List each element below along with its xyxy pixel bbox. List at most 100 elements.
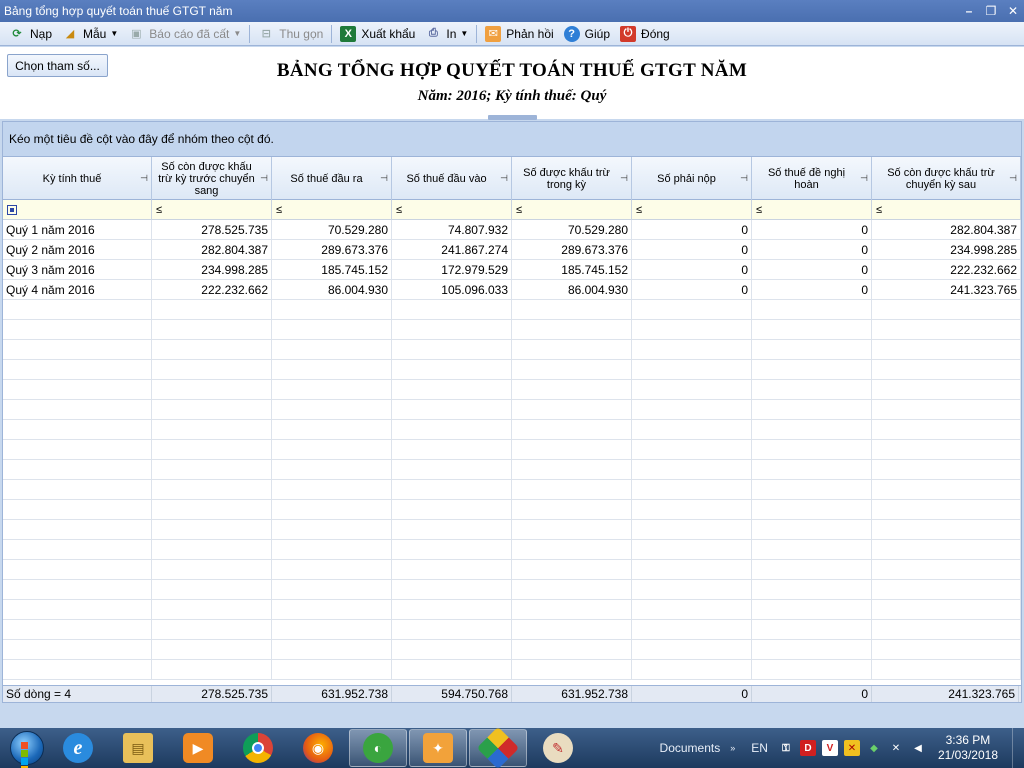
value-cell[interactable]: 241.867.274 xyxy=(392,240,512,260)
pin-icon[interactable]: ⊣ xyxy=(260,172,268,184)
table-row[interactable]: Quý 3 năm 2016 234.998.285 185.745.152 1… xyxy=(3,260,1021,280)
filter-operator[interactable]: ≤ xyxy=(276,204,290,216)
period-cell[interactable]: Quý 4 năm 2016 xyxy=(3,280,152,300)
splitter-handle[interactable] xyxy=(488,115,537,120)
column-header[interactable]: Số thuế đầu ra ⊣ xyxy=(272,157,392,200)
pin-icon[interactable]: ⊣ xyxy=(140,172,148,184)
close-icon[interactable]: ✕ xyxy=(1002,0,1024,22)
value-cell[interactable]: 0 xyxy=(752,240,872,260)
clock[interactable]: 3:36 PM 21/03/2018 xyxy=(938,733,998,763)
filter-cell[interactable]: ≤ xyxy=(152,200,272,220)
group-by-panel[interactable]: Kéo một tiêu đề cột vào đây để nhóm theo… xyxy=(2,121,1022,157)
table-row[interactable]: Quý 1 năm 2016 278.525.735 70.529.280 74… xyxy=(3,220,1021,240)
column-header[interactable]: Số thuế đầu vào ⊣ xyxy=(392,157,512,200)
value-cell[interactable]: 0 xyxy=(632,260,752,280)
value-cell[interactable]: 289.673.376 xyxy=(512,240,632,260)
filter-cell[interactable]: ≤ xyxy=(632,200,752,220)
language-indicator[interactable]: EN xyxy=(751,741,768,755)
antivirus-icon[interactable]: D xyxy=(799,740,816,756)
value-cell[interactable]: 86.004.930 xyxy=(272,280,392,300)
value-cell[interactable]: 0 xyxy=(752,260,872,280)
value-cell[interactable]: 234.998.285 xyxy=(152,260,272,280)
feedback-button[interactable]: ✉ Phản hồi xyxy=(480,23,558,45)
value-cell[interactable]: 105.096.033 xyxy=(392,280,512,300)
value-cell[interactable]: 282.804.387 xyxy=(872,220,1021,240)
restore-icon[interactable]: ❐ xyxy=(980,0,1002,22)
filter-cell[interactable] xyxy=(3,200,152,220)
filter-operator[interactable]: ≤ xyxy=(396,204,410,216)
filter-operator[interactable]: ≤ xyxy=(156,204,170,216)
value-cell[interactable]: 0 xyxy=(752,280,872,300)
filter-cell[interactable]: ≤ xyxy=(272,200,392,220)
taskbar-firefox[interactable]: ◉ xyxy=(289,729,347,767)
lock-icon[interactable]: ⚿ xyxy=(778,740,794,756)
pin-icon[interactable]: ⊣ xyxy=(380,172,388,184)
value-cell[interactable]: 222.232.662 xyxy=(152,280,272,300)
pin-icon[interactable]: ⊣ xyxy=(620,172,628,184)
print-button[interactable]: ⎙ In ▼ xyxy=(420,23,473,45)
table-row[interactable]: Quý 4 năm 2016 222.232.662 86.004.930 10… xyxy=(3,280,1021,300)
speaker-icon[interactable]: ◀ xyxy=(910,740,926,756)
value-cell[interactable]: 0 xyxy=(632,240,752,260)
value-cell[interactable]: 185.745.152 xyxy=(272,260,392,280)
taskbar-media-player[interactable]: ▶ xyxy=(169,729,227,767)
chevron-expand-icon[interactable]: » xyxy=(730,743,735,753)
value-cell[interactable]: 86.004.930 xyxy=(512,280,632,300)
taskbar-paint[interactable]: ✎ xyxy=(529,729,587,767)
export-button[interactable]: X Xuất khẩu xyxy=(335,23,420,45)
column-header[interactable]: Số còn được khấu trừ chuyển kỳ sau ⊣ xyxy=(872,157,1021,200)
taskbar-chrome[interactable] xyxy=(229,729,287,767)
close-report-button[interactable]: ⏻ Đóng xyxy=(615,23,675,45)
filter-operator[interactable]: ≤ xyxy=(516,204,530,216)
taskbar-unikey[interactable]: ✦ xyxy=(409,729,467,767)
filter-cell[interactable]: ≤ xyxy=(512,200,632,220)
pin-icon[interactable]: ⊣ xyxy=(1009,172,1017,184)
network-icon[interactable]: ◆ xyxy=(866,740,882,756)
value-cell[interactable]: 74.807.932 xyxy=(392,220,512,240)
period-cell[interactable]: Quý 1 năm 2016 xyxy=(3,220,152,240)
column-header[interactable]: Số thuế đề nghị hoàn ⊣ xyxy=(752,157,872,200)
taskbar-ie[interactable]: e xyxy=(49,729,107,767)
period-cell[interactable]: Quý 2 năm 2016 xyxy=(3,240,152,260)
table-row[interactable]: Quý 2 năm 2016 282.804.387 289.673.376 2… xyxy=(3,240,1021,260)
volume-muted-icon[interactable]: ✕ xyxy=(888,740,904,756)
value-cell[interactable]: 222.232.662 xyxy=(872,260,1021,280)
column-header[interactable]: Số được khấu trừ trong kỳ ⊣ xyxy=(512,157,632,200)
value-cell[interactable]: 282.804.387 xyxy=(152,240,272,260)
saved-reports-button[interactable]: ▣ Báo cáo đã cất ▼ xyxy=(123,23,246,45)
taskbar-coc-coc[interactable]: ◐ xyxy=(349,729,407,767)
value-cell[interactable]: 241.323.765 xyxy=(872,280,1021,300)
show-desktop-button[interactable] xyxy=(1012,728,1024,768)
value-cell[interactable]: 70.529.280 xyxy=(512,220,632,240)
pin-icon[interactable]: ⊣ xyxy=(860,172,868,184)
value-cell[interactable]: 70.529.280 xyxy=(272,220,392,240)
pin-icon[interactable]: ⊣ xyxy=(500,172,508,184)
documents-toolbar[interactable]: Documents xyxy=(660,741,721,755)
filter-icon[interactable] xyxy=(7,205,17,215)
filter-operator[interactable]: ≤ xyxy=(636,204,650,216)
value-cell[interactable]: 278.525.735 xyxy=(152,220,272,240)
value-cell[interactable]: 234.998.285 xyxy=(872,240,1021,260)
filter-operator[interactable]: ≤ xyxy=(876,204,890,216)
taskbar-tax-app[interactable] xyxy=(469,726,527,768)
period-cell[interactable]: Quý 3 năm 2016 xyxy=(3,260,152,280)
minimize-icon[interactable]: – xyxy=(958,0,980,22)
vietkey-icon[interactable]: V xyxy=(821,740,838,756)
pin-icon[interactable]: ⊣ xyxy=(740,172,748,184)
column-header[interactable]: Kỳ tính thuế ⊣ xyxy=(3,157,152,200)
filter-cell[interactable]: ≤ xyxy=(392,200,512,220)
collapse-button[interactable]: ⊟ Thu gọn xyxy=(253,23,328,45)
column-header[interactable]: Số phải nộp ⊣ xyxy=(632,157,752,200)
start-button[interactable] xyxy=(7,728,47,768)
nap-button[interactable]: ⟳ Nạp xyxy=(4,23,57,45)
value-cell[interactable]: 185.745.152 xyxy=(512,260,632,280)
taskbar-explorer[interactable]: ▤ xyxy=(109,729,167,767)
mau-button[interactable]: ◢ Mẫu ▼ xyxy=(57,23,123,45)
value-cell[interactable]: 0 xyxy=(752,220,872,240)
value-cell[interactable]: 0 xyxy=(632,280,752,300)
value-cell[interactable]: 0 xyxy=(632,220,752,240)
filter-operator[interactable]: ≤ xyxy=(756,204,770,216)
warning-flag-icon[interactable]: ✕ xyxy=(843,740,860,756)
value-cell[interactable]: 289.673.376 xyxy=(272,240,392,260)
help-button[interactable]: ? Giúp xyxy=(559,23,615,45)
